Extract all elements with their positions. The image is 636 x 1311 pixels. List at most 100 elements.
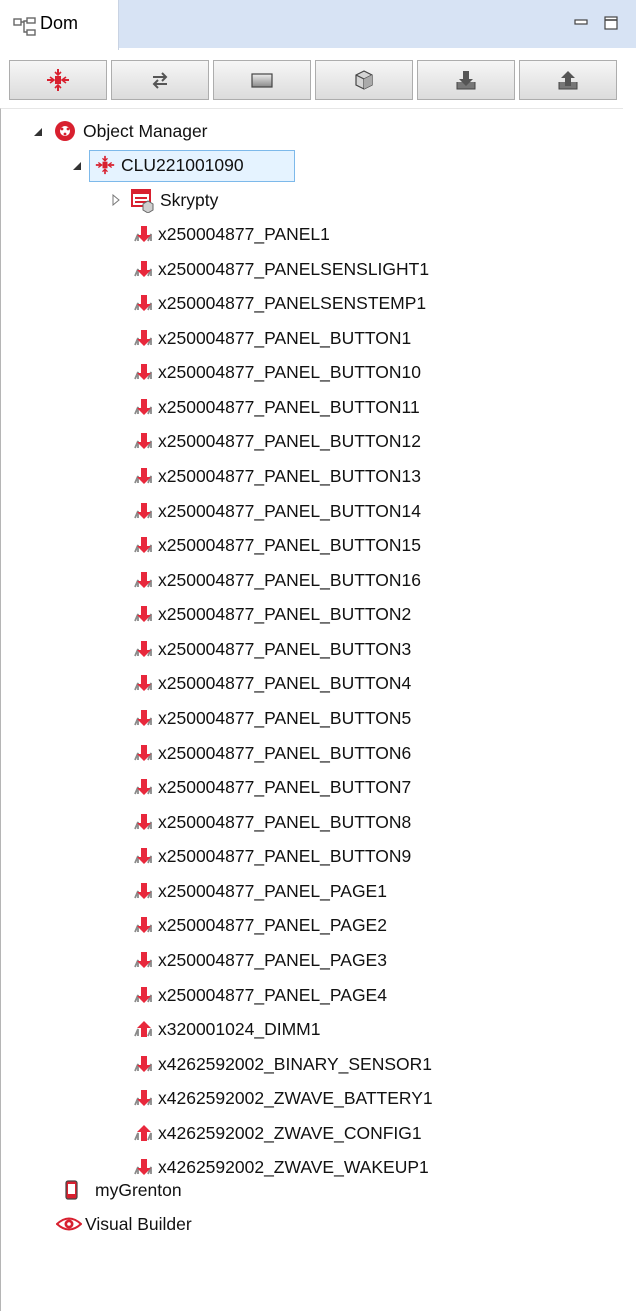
- toolbar: [2, 60, 622, 102]
- tree-item-object[interactable]: x250004877_PANEL_PAGE2: [1, 910, 621, 940]
- tree-item-object[interactable]: x250004877_PANEL_BUTTON12: [1, 426, 621, 456]
- input-arrow-icon: [134, 710, 152, 726]
- tree-structure-icon: [13, 17, 36, 36]
- input-arrow-icon: [134, 572, 152, 588]
- tab-label: Dom: [40, 13, 79, 33]
- tree-item-object[interactable]: x250004877_PANEL_PAGE1: [1, 876, 621, 906]
- tree-item-object[interactable]: x250004877_PANEL_BUTTON13: [1, 461, 621, 491]
- tree-item-visual-builder[interactable]: Visual Builder: [1, 1209, 621, 1239]
- rectangle-icon: [251, 73, 273, 88]
- tree-item-label: x4262592002_ZWAVE_CONFIG1: [158, 1123, 422, 1143]
- tree-item-object[interactable]: x250004877_PANEL_BUTTON16: [1, 565, 621, 595]
- toolbar-panel-button[interactable]: [213, 60, 311, 100]
- input-arrow-icon: [134, 987, 152, 1003]
- tree-item-label: x250004877_PANEL_BUTTON12: [158, 431, 421, 451]
- tree-item-label: x250004877_PANEL_BUTTON11: [158, 397, 420, 417]
- tree-item-label: x250004877_PANEL_PAGE4: [158, 985, 387, 1005]
- tree-item-object[interactable]: x250004877_PANEL_BUTTON9: [1, 841, 621, 871]
- tree-item-object[interactable]: x4262592002_BINARY_SENSOR1: [1, 1049, 621, 1079]
- tree-item-label: x250004877_PANEL_BUTTON1: [158, 328, 412, 348]
- tree-item-label: x250004877_PANEL_BUTTON10: [158, 362, 421, 382]
- input-arrow-icon: [134, 433, 152, 449]
- maximize-icon: [604, 16, 618, 30]
- toolbar-object-button[interactable]: [315, 60, 413, 100]
- tree-item-object[interactable]: x250004877_PANEL_BUTTON6: [1, 738, 621, 768]
- toolbar-clu-button[interactable]: [9, 60, 107, 100]
- tree-item-label: CLU221001090: [121, 155, 244, 175]
- minimize-icon: [574, 19, 588, 25]
- view-tab-bar: Dom: [0, 0, 636, 50]
- tree-item-label: Visual Builder: [85, 1214, 192, 1234]
- tree-item-label: x250004877_PANEL_BUTTON16: [158, 570, 421, 590]
- collapse-arrow-icon[interactable]: [32, 126, 44, 138]
- tree-item-clu[interactable]: CLU221001090: [1, 150, 621, 182]
- tree-item-label: x250004877_PANEL_BUTTON7: [158, 777, 412, 797]
- clu-icon: [95, 155, 115, 175]
- input-arrow-icon: [134, 883, 152, 899]
- tree-item-label: x4262592002_ZWAVE_BATTERY1: [158, 1088, 433, 1108]
- tree-item-object[interactable]: x250004877_PANEL_PAGE3: [1, 945, 621, 975]
- tree-item-label: x250004877_PANEL_PAGE2: [158, 915, 387, 935]
- tree-item-label: x250004877_PANEL_BUTTON14: [158, 501, 421, 521]
- tree-item-object[interactable]: x250004877_PANEL_BUTTON2: [1, 599, 621, 629]
- tree-item-object[interactable]: x250004877_PANEL_BUTTON14: [1, 496, 621, 526]
- tree-item-label: x250004877_PANEL1: [158, 224, 330, 244]
- input-arrow-icon: [134, 226, 152, 242]
- tree-item-label: x250004877_PANEL_BUTTON8: [158, 812, 412, 832]
- input-arrow-icon: [134, 364, 152, 380]
- tree-item-mygrenton[interactable]: myGrenton: [1, 1175, 621, 1205]
- tree-item-label: x250004877_PANEL_BUTTON5: [158, 708, 412, 728]
- tree-item-object[interactable]: x250004877_PANEL_BUTTON3: [1, 634, 621, 664]
- collapse-arrow-icon[interactable]: [71, 160, 83, 172]
- tab-dom[interactable]: Dom: [0, 0, 119, 50]
- input-arrow-icon: [134, 745, 152, 761]
- swap-arrows-icon: [152, 72, 168, 89]
- toolbar-swap-button[interactable]: [111, 60, 209, 100]
- tree-item-label: Skrypty: [160, 190, 219, 210]
- tree-item-label: x250004877_PANEL_BUTTON2: [158, 604, 412, 624]
- tree-item-label: x250004877_PANEL_BUTTON9: [158, 846, 412, 866]
- tree-item-object[interactable]: x250004877_PANEL_BUTTON1: [1, 323, 621, 353]
- tree-item-label: x250004877_PANEL_BUTTON15: [158, 535, 421, 555]
- input-arrow-icon: [134, 1056, 152, 1072]
- tree-item-object-manager[interactable]: Object Manager: [1, 116, 621, 146]
- input-arrow-icon: [134, 779, 152, 795]
- eye-icon: [56, 1217, 82, 1231]
- tree-item-object[interactable]: x250004877_PANEL_PAGE4: [1, 980, 621, 1010]
- expand-arrow-icon[interactable]: [110, 194, 122, 206]
- tree-item-object[interactable]: x250004877_PANEL_BUTTON7: [1, 772, 621, 802]
- toolbar-export-button[interactable]: [519, 60, 617, 100]
- tree-item-object[interactable]: x4262592002_ZWAVE_CONFIG1: [1, 1118, 621, 1148]
- input-arrow-icon: [134, 675, 152, 691]
- tree-item-object[interactable]: x250004877_PANEL_BUTTON10: [1, 357, 621, 387]
- tree-item-object[interactable]: x4262592002_ZWAVE_BATTERY1: [1, 1083, 621, 1113]
- maximize-button[interactable]: [600, 12, 622, 34]
- tree-item-skrypty[interactable]: Skrypty: [1, 185, 621, 215]
- tree-item-object[interactable]: x250004877_PANELSENSTEMP1: [1, 288, 621, 318]
- clu-icon: [47, 69, 69, 91]
- input-arrow-icon: [134, 330, 152, 346]
- tree-item-object[interactable]: x250004877_PANEL_BUTTON11: [1, 392, 621, 422]
- minimize-button[interactable]: [570, 12, 592, 34]
- tree-item-object[interactable]: x250004877_PANEL1: [1, 219, 621, 249]
- input-arrow-icon: [134, 295, 152, 311]
- input-arrow-icon: [134, 537, 152, 553]
- input-arrow-icon: [134, 261, 152, 277]
- input-arrow-icon: [134, 641, 152, 657]
- tree-item-label: x320001024_DIMM1: [158, 1019, 321, 1039]
- tree-item-object[interactable]: x250004877_PANEL_BUTTON4: [1, 668, 621, 698]
- phone-icon: [65, 1180, 78, 1200]
- tree-item-object[interactable]: x250004877_PANEL_BUTTON5: [1, 703, 621, 733]
- tree-item-label: x4262592002_BINARY_SENSOR1: [158, 1054, 433, 1074]
- tree-item-label: x250004877_PANEL_PAGE1: [158, 881, 387, 901]
- input-arrow-icon: [134, 848, 152, 864]
- tree-item-object[interactable]: x320001024_DIMM1: [1, 1014, 621, 1044]
- tree-item-label: x250004877_PANEL_BUTTON3: [158, 639, 412, 659]
- tree-item-object[interactable]: x250004877_PANELSENSLIGHT1: [1, 254, 621, 284]
- tree-item-object[interactable]: x250004877_PANEL_BUTTON8: [1, 807, 621, 837]
- input-arrow-icon: [134, 606, 152, 622]
- toolbar-import-button[interactable]: [417, 60, 515, 100]
- tab-strip: [118, 0, 636, 48]
- tree-item-label: x250004877_PANEL_BUTTON6: [158, 743, 412, 763]
- tree-item-object[interactable]: x250004877_PANEL_BUTTON15: [1, 530, 621, 560]
